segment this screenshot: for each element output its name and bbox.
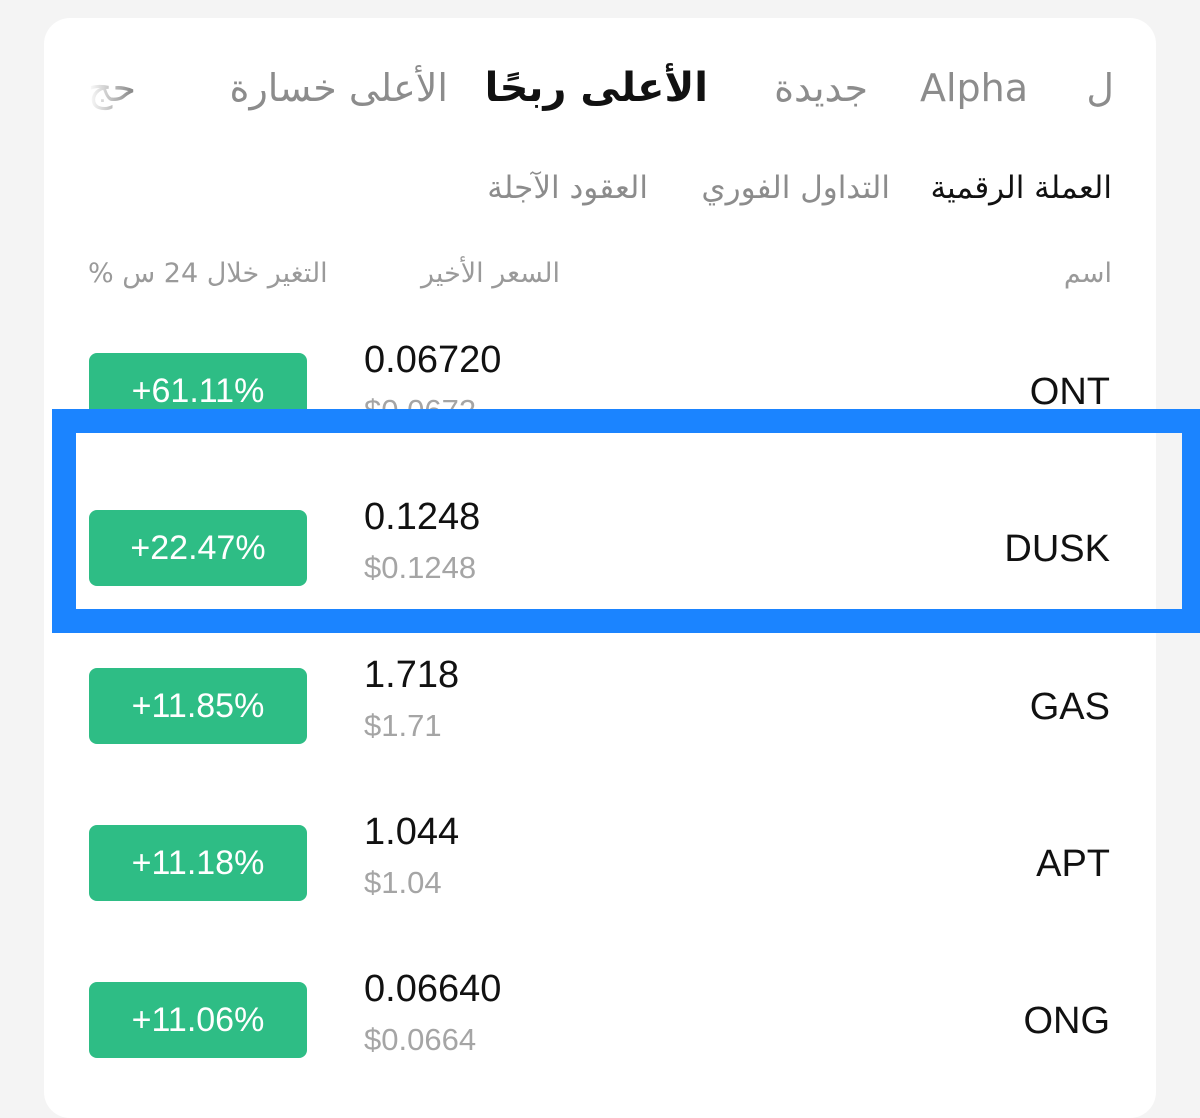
change-badge[interactable]: +22.47% bbox=[89, 510, 307, 586]
sub-tab-spot[interactable]: التداول الفوري bbox=[701, 166, 890, 210]
usd-price: $0.0672 bbox=[364, 393, 477, 428]
table-row[interactable]: +61.11% 0.06720 $0.0672 ONT bbox=[44, 313, 1156, 470]
last-price: 1.718 bbox=[364, 654, 460, 696]
usd-price: $1.71 bbox=[364, 708, 442, 743]
tab-partial-left[interactable]: حج bbox=[88, 62, 136, 114]
last-price: 0.1248 bbox=[364, 496, 481, 538]
tab-new[interactable]: جديدة bbox=[774, 62, 868, 114]
change-badge[interactable]: +61.11% bbox=[89, 353, 307, 429]
column-header-change[interactable]: % التغير خلال 24 س bbox=[88, 254, 328, 294]
column-header-name[interactable]: اسم bbox=[1064, 254, 1112, 294]
last-price: 0.06720 bbox=[364, 339, 502, 381]
coin-name: ONG bbox=[1023, 1000, 1110, 1042]
change-badge[interactable]: +11.18% bbox=[89, 825, 307, 901]
change-badge[interactable]: +11.85% bbox=[89, 668, 307, 744]
usd-price: $1.04 bbox=[364, 865, 442, 900]
usd-price: $0.0664 bbox=[364, 1022, 477, 1057]
market-card: ل Alpha جديدة الأعلى ربحًا الأعلى خسارة … bbox=[44, 18, 1156, 1118]
sub-tab-crypto[interactable]: العملة الرقمية bbox=[930, 166, 1112, 210]
change-badge[interactable]: +11.06% bbox=[89, 982, 307, 1058]
coin-name: DUSK bbox=[1004, 528, 1110, 570]
tab-top-losers[interactable]: الأعلى خسارة bbox=[230, 62, 448, 114]
sub-tab-futures[interactable]: العقود الآجلة bbox=[487, 166, 648, 210]
tab-top-gainers[interactable]: الأعلى ربحًا bbox=[485, 62, 708, 114]
table-row[interactable]: +11.18% 1.044 $1.04 APT bbox=[44, 785, 1156, 942]
table-row[interactable]: +22.47% 0.1248 $0.1248 DUSK bbox=[44, 470, 1156, 627]
tab-partial-right[interactable]: ل bbox=[1086, 62, 1114, 114]
coin-name: APT bbox=[1036, 843, 1110, 885]
table-row[interactable]: +11.85% 1.718 $1.71 GAS bbox=[44, 628, 1156, 785]
last-price: 0.06640 bbox=[364, 968, 502, 1010]
usd-price: $0.1248 bbox=[364, 550, 477, 585]
coin-name: ONT bbox=[1029, 371, 1110, 413]
tab-alpha[interactable]: Alpha bbox=[920, 62, 1028, 114]
last-price: 1.044 bbox=[364, 811, 460, 853]
coin-name: GAS bbox=[1029, 686, 1110, 728]
table-row[interactable]: +11.06% 0.06640 $0.0664 ONG bbox=[44, 942, 1156, 1099]
column-header-last-price[interactable]: السعر الأخير bbox=[421, 254, 560, 294]
category-tabs: ل Alpha جديدة الأعلى ربحًا الأعلى خسارة … bbox=[44, 18, 1156, 148]
